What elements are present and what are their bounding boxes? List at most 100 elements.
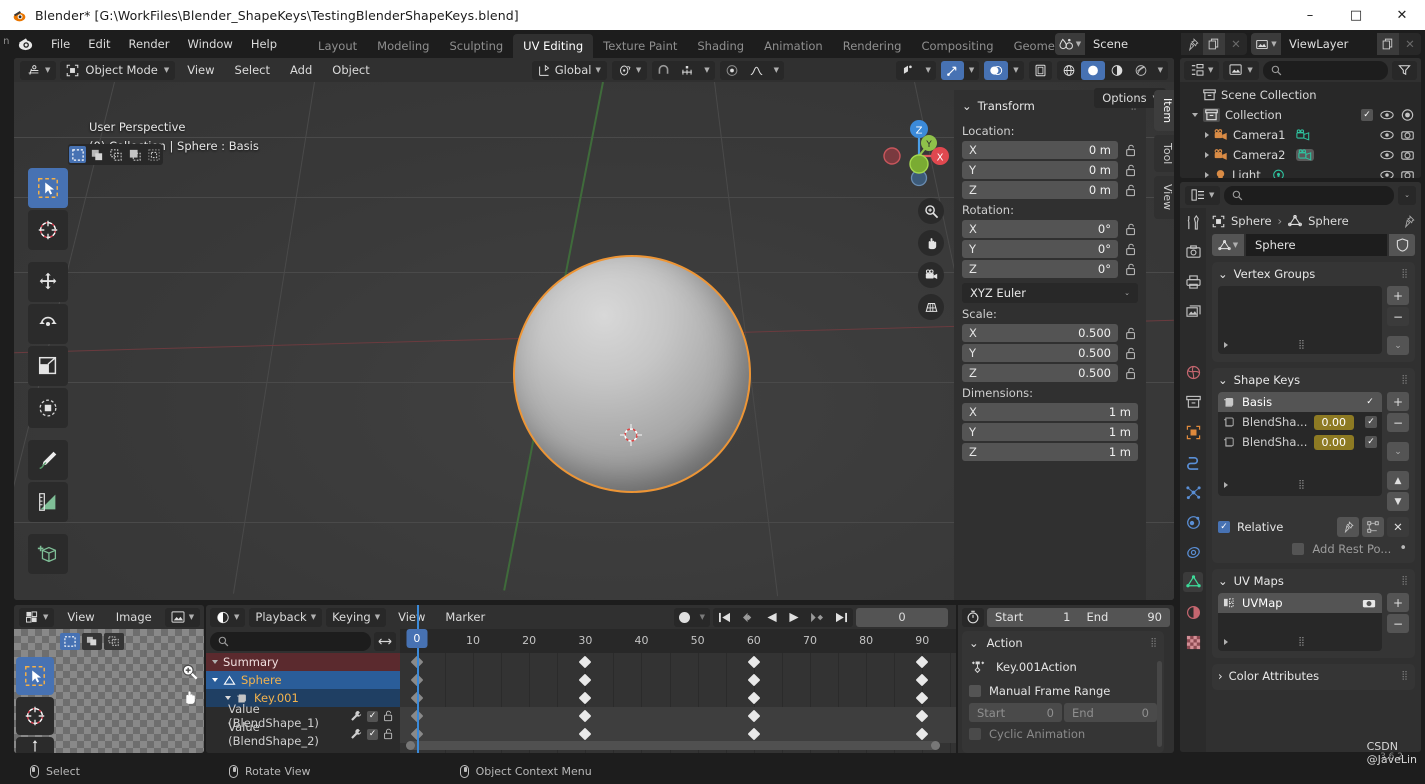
scale-y-field[interactable]: Y 0.500	[962, 344, 1118, 362]
workspace-tab-shading[interactable]: Shading	[687, 34, 754, 59]
snapping-group[interactable]: ▼	[652, 60, 715, 80]
jump-to-prev-keyframe-icon[interactable]	[736, 608, 761, 627]
outliner-row-collection[interactable]: Collection ✓	[1180, 105, 1421, 125]
dopesheet-search-input[interactable]	[210, 631, 371, 651]
uv-image-editor[interactable]: ▼ View Image ▼ U	[14, 605, 204, 753]
camera-data-icon[interactable]	[1296, 149, 1315, 161]
zoom-view-icon[interactable]	[918, 198, 944, 224]
keyframe-diamond[interactable]	[578, 673, 592, 687]
lock-icon[interactable]	[1124, 223, 1138, 236]
properties-tab-object[interactable]	[1183, 422, 1203, 442]
play-reverse-icon[interactable]	[761, 608, 783, 627]
dopesheet-sync-icon[interactable]	[374, 631, 396, 651]
eye-icon[interactable]	[1380, 170, 1394, 178]
falloff-curve-icon[interactable]	[744, 61, 769, 80]
wireframe-shading-icon[interactable]	[1057, 61, 1081, 80]
disclosure-triangle-icon[interactable]	[212, 678, 218, 682]
uv-image-selector[interactable]: ▼	[164, 607, 201, 627]
viewport-menu-add[interactable]: Add	[282, 61, 320, 79]
manual-frame-range-row[interactable]: Manual Frame Range	[969, 679, 1157, 703]
viewport-menu-view[interactable]: View	[179, 61, 222, 79]
viewlayer-selector[interactable]: ▼ ViewLayer ✕	[1251, 33, 1421, 55]
properties-options-icon[interactable]: ⌄	[1398, 185, 1416, 205]
transform-orientation-selector[interactable]: Global ▼	[531, 60, 607, 80]
scene-icon[interactable]: ▼	[1055, 33, 1085, 55]
keyframe-diamond[interactable]	[578, 691, 592, 705]
properties-tab-world[interactable]	[1183, 362, 1203, 382]
magnet-icon[interactable]	[652, 61, 675, 80]
render-visibility-icon[interactable]	[1401, 129, 1414, 141]
properties-tab-modifiers[interactable]	[1183, 452, 1203, 472]
vertex-groups-items[interactable]: ⣿	[1218, 286, 1382, 354]
pin-icon[interactable]	[1181, 33, 1203, 55]
scrollbar-handle-left[interactable]	[406, 741, 415, 750]
outliner-row-camera1[interactable]: Camera1	[1180, 125, 1421, 145]
solid-shading-icon[interactable]	[1080, 60, 1105, 80]
gizmo-selector[interactable]: ▼	[940, 60, 980, 80]
use-preview-range-icon[interactable]	[962, 607, 984, 627]
lock-icon[interactable]	[383, 728, 394, 740]
auto-keying-group[interactable]: ▼	[673, 607, 710, 627]
tool-cursor[interactable]	[28, 210, 68, 250]
lock-icon[interactable]	[1124, 347, 1138, 360]
visibility-selector[interactable]: ▼	[896, 60, 936, 80]
clear-shape-key-icon[interactable]: ✕	[1387, 517, 1409, 537]
pivot-point-selector[interactable]: ▼	[611, 60, 648, 80]
workspace-tab-rendering[interactable]: Rendering	[833, 34, 912, 59]
shape-keys-header[interactable]: ⌄ Shape Keys ⣿	[1218, 368, 1409, 392]
location-x-field[interactable]: X 0 m	[962, 141, 1118, 159]
outliner-editor-type-selector[interactable]: ▼	[1184, 60, 1220, 80]
disclosure-triangle-icon[interactable]	[1205, 152, 1209, 158]
dopesheet-timeline-ruler[interactable]: 0 10 20 30 40 50 60 70 80 90	[400, 629, 956, 653]
tool-measure[interactable]	[28, 482, 68, 522]
new-scene-icon[interactable]	[1203, 33, 1225, 55]
properties-tab-render[interactable]	[1183, 242, 1203, 262]
animate-property-dot-icon[interactable]: •	[1399, 541, 1407, 556]
dopesheet-editor-type-selector[interactable]: ▼	[210, 607, 246, 627]
lock-icon[interactable]	[383, 710, 394, 722]
remove-uv-map-button[interactable]: −	[1387, 614, 1409, 633]
dopesheet-horizontal-scrollbar[interactable]	[406, 741, 940, 750]
action-panel-scrollbar[interactable]	[1157, 661, 1162, 747]
select-intersect-icon[interactable]	[145, 146, 162, 163]
camera-view-icon[interactable]	[918, 262, 944, 288]
shape-key-mute-checkbox[interactable]: ✓	[1365, 416, 1377, 428]
chevron-down-icon[interactable]: ▼	[695, 608, 710, 627]
properties-tab-collection[interactable]	[1183, 392, 1203, 412]
location-z-field[interactable]: Z 0 m	[962, 181, 1118, 199]
disclosure-triangle-icon[interactable]	[1224, 639, 1228, 645]
move-shape-key-up-button[interactable]: ▲	[1387, 471, 1409, 490]
vertex-groups-header[interactable]: ⌄ Vertex Groups ⣿	[1218, 262, 1409, 286]
current-frame-field[interactable]: 0	[856, 607, 948, 627]
outliner-display-mode-selector[interactable]: ▼	[1223, 60, 1259, 80]
keyframe-diamond[interactable]	[747, 673, 761, 687]
scale-z-field[interactable]: Z 0.500	[962, 364, 1118, 382]
proportional-edit-group[interactable]: ▼	[719, 60, 784, 80]
keyframe-diamond[interactable]	[747, 655, 761, 669]
uv-menu-image[interactable]: Image	[108, 608, 160, 626]
uv-zoom-icon[interactable]	[181, 663, 198, 680]
channel-mute-checkbox[interactable]: ✓	[367, 710, 378, 722]
dimensions-x-field[interactable]: X 1 m	[962, 403, 1138, 421]
playhead-frame-label[interactable]: 0	[406, 629, 428, 648]
xray-icon[interactable]	[1029, 61, 1052, 80]
properties-tab-tool[interactable]	[1183, 212, 1203, 232]
chevron-down-icon[interactable]: ▼	[1008, 61, 1023, 80]
shape-key-mute-checkbox[interactable]: ✓	[1364, 396, 1376, 408]
keyframe-diamond[interactable]	[747, 709, 761, 723]
rotation-z-field[interactable]: Z 0°	[962, 260, 1118, 278]
uv-select-extend-icon[interactable]	[82, 633, 102, 650]
object-mode-selector[interactable]: Object Mode ▼	[60, 60, 176, 80]
properties-tab-texture[interactable]	[1183, 632, 1203, 652]
mesh-datablock-selector[interactable]: ▼	[1212, 234, 1244, 256]
uv-tool-move[interactable]	[16, 737, 54, 753]
maximize-button[interactable]: □	[1333, 0, 1379, 30]
tool-transform[interactable]	[28, 388, 68, 428]
frame-start-field[interactable]: Start 1	[987, 610, 1079, 624]
keyframe-diamond[interactable]	[915, 655, 929, 669]
workspace-tab-modeling[interactable]: Modeling	[367, 34, 439, 59]
action-name-row[interactable]: Key.001Action	[969, 655, 1157, 679]
sidebar-tab-view[interactable]: View	[1154, 176, 1174, 219]
keyframe-diamond[interactable]	[915, 691, 929, 705]
playhead[interactable]	[416, 605, 419, 753]
